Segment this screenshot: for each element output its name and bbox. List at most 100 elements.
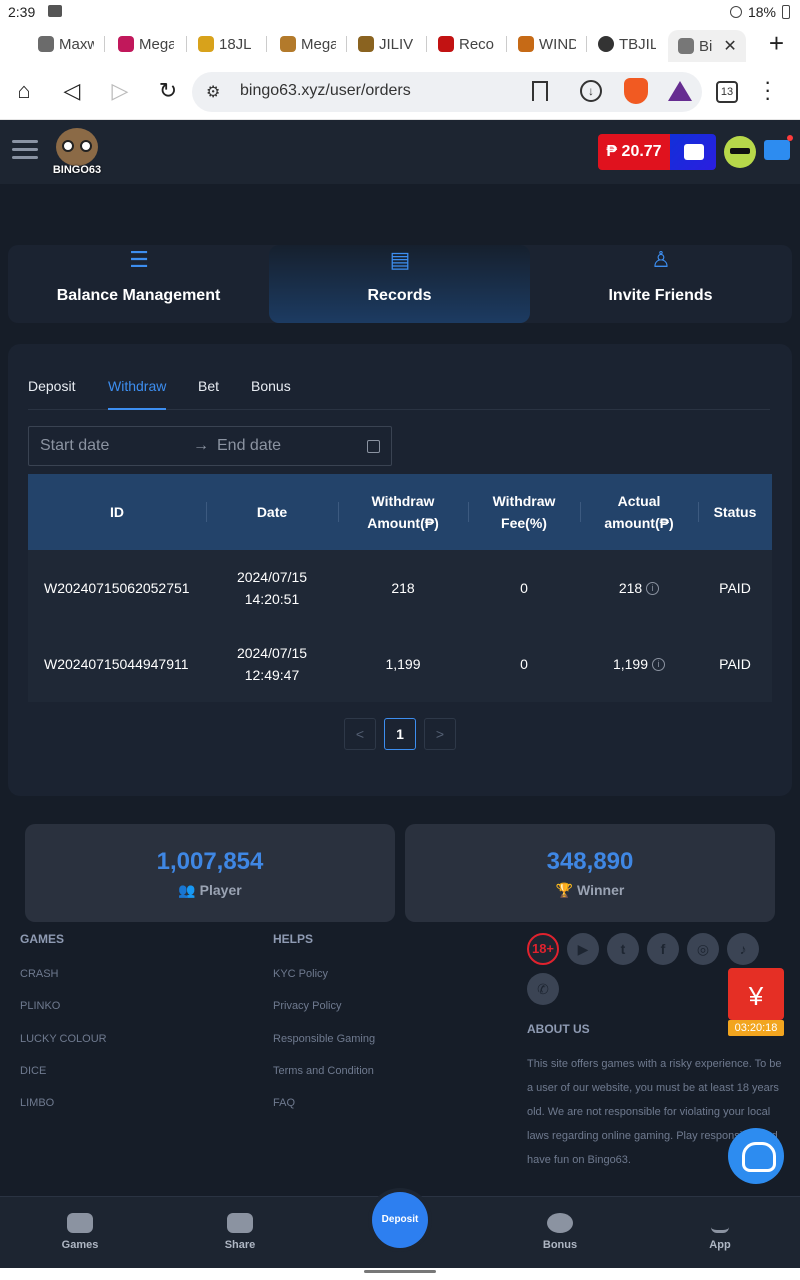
nav-app[interactable]: App bbox=[680, 1213, 760, 1251]
end-date-input[interactable]: End date bbox=[217, 437, 281, 455]
nav-share[interactable]: Share bbox=[200, 1213, 280, 1251]
helps-title: HELPS bbox=[273, 932, 314, 946]
new-tab-icon[interactable]: + bbox=[769, 28, 784, 59]
footer-link-faq[interactable]: FAQ bbox=[273, 1097, 295, 1109]
tab-label: Mega bbox=[139, 35, 174, 53]
footer-link-lucky-colour[interactable]: LUCKY COLOUR bbox=[20, 1033, 107, 1045]
cell-amount: 218 bbox=[391, 580, 415, 596]
forward-icon[interactable]: ▷ bbox=[108, 79, 132, 103]
prev-page-button[interactable]: < bbox=[344, 718, 376, 750]
brave-shields-icon[interactable] bbox=[624, 78, 648, 104]
browser-toolbar: ⌂ ◁ ▷ ↻ ⚙ bingo63.xyz/user/orders ↓ 13 ·… bbox=[0, 62, 800, 120]
tiktok-icon[interactable]: ♪ bbox=[727, 933, 759, 965]
tab-favicon-icon bbox=[38, 36, 54, 52]
tab-label: Mega bbox=[301, 35, 336, 53]
page-button-current[interactable]: 1 bbox=[384, 718, 416, 750]
whatsapp-icon[interactable]: ✆ bbox=[527, 973, 559, 1005]
browser-tab-active[interactable]: Bi ✕ bbox=[668, 30, 746, 62]
url-text[interactable]: bingo63.xyz/user/orders bbox=[240, 82, 411, 100]
brave-rewards-icon[interactable] bbox=[668, 81, 692, 101]
site-header: BINGO63 ₱ 20.77 bbox=[0, 120, 800, 184]
footer-link-plinko[interactable]: PLINKO bbox=[20, 1000, 60, 1012]
footer-link-kyc[interactable]: KYC Policy bbox=[273, 968, 328, 980]
tab-invite-friends[interactable]: ♙ Invite Friends bbox=[530, 245, 791, 323]
browser-tab[interactable]: 18JL bbox=[198, 30, 254, 58]
browser-tab[interactable]: Mega bbox=[118, 30, 174, 58]
balance-amount: ₱ 20.77 bbox=[598, 134, 670, 170]
table-row: W20240715044947911 2024/07/15 12:49:47 1… bbox=[28, 626, 772, 702]
home-indicator[interactable] bbox=[364, 1270, 436, 1273]
youtube-icon[interactable]: ▶ bbox=[567, 933, 599, 965]
date-range-picker[interactable]: Start date → End date bbox=[28, 426, 392, 466]
balance-widget[interactable]: ₱ 20.77 bbox=[598, 134, 716, 170]
column-header: Withdraw Amount(₱) bbox=[367, 493, 439, 531]
tab-count-button[interactable]: 13 bbox=[716, 81, 738, 103]
tab-favicon-icon bbox=[678, 38, 694, 54]
home-icon[interactable]: ⌂ bbox=[12, 79, 36, 103]
footer-link-terms[interactable]: Terms and Condition bbox=[273, 1065, 374, 1077]
tab-deposit[interactable]: Deposit bbox=[28, 378, 75, 394]
nav-bonus[interactable]: Bonus bbox=[520, 1213, 600, 1251]
more-menu-icon[interactable]: · · · bbox=[764, 71, 771, 109]
facebook-icon[interactable]: f bbox=[647, 933, 679, 965]
menu-icon[interactable] bbox=[12, 140, 38, 164]
tab-bonus[interactable]: Bonus bbox=[251, 378, 291, 394]
site-settings-icon[interactable]: ⚙ bbox=[206, 82, 220, 102]
browser-tab[interactable]: Maxw bbox=[38, 30, 94, 58]
browser-tab-strip: Maxw Mega 18JL Mega JILIV Reco WIND TBJI… bbox=[0, 24, 800, 62]
back-icon[interactable]: ◁ bbox=[60, 79, 84, 103]
list-icon: ☰ bbox=[129, 247, 149, 272]
account-section-tabs: ☰ Balance Management ▤ Records ♙ Invite … bbox=[8, 245, 792, 323]
cell-id: W20240715044947911 bbox=[44, 656, 189, 672]
twitter-icon[interactable]: t bbox=[607, 933, 639, 965]
cell-fee: 0 bbox=[520, 656, 528, 672]
browser-tab[interactable]: JILIV bbox=[358, 30, 414, 58]
browser-tab[interactable]: Mega bbox=[280, 30, 336, 58]
nav-games[interactable]: Games bbox=[40, 1213, 120, 1251]
winner-count-card: 348,890 🏆 Winner bbox=[405, 824, 775, 922]
footer-link-limbo[interactable]: LIMBO bbox=[20, 1097, 54, 1109]
instagram-icon[interactable]: ◎ bbox=[687, 933, 719, 965]
wallet-icon[interactable] bbox=[670, 134, 716, 170]
cell-actual: 1,199 i bbox=[580, 626, 698, 702]
mail-icon[interactable] bbox=[764, 135, 793, 160]
reload-icon[interactable]: ↻ bbox=[156, 79, 180, 103]
tab-balance-management[interactable]: ☰ Balance Management bbox=[8, 245, 269, 323]
avatar[interactable] bbox=[724, 136, 756, 168]
notification-dot bbox=[787, 135, 793, 141]
browser-tab[interactable]: WIND bbox=[518, 30, 576, 58]
browser-tab[interactable]: TBJIL bbox=[598, 30, 656, 58]
cell-date: 2024/07/15 12:49:47 bbox=[236, 645, 308, 683]
customer-support-icon[interactable] bbox=[728, 1128, 784, 1184]
browser-tab[interactable]: Reco bbox=[438, 30, 494, 58]
tab-records[interactable]: ▤ Records bbox=[269, 245, 530, 323]
tab-bet[interactable]: Bet bbox=[198, 378, 219, 394]
bookmark-icon[interactable] bbox=[532, 81, 548, 101]
start-date-input[interactable]: Start date bbox=[40, 437, 109, 455]
tab-withdraw[interactable]: Withdraw bbox=[108, 378, 167, 410]
deposit-button[interactable]: Deposit bbox=[372, 1192, 428, 1248]
footer-link-responsible-gaming[interactable]: Responsible Gaming bbox=[273, 1033, 375, 1045]
tab-favicon-icon bbox=[358, 36, 374, 52]
address-bar[interactable]: ⚙ bingo63.xyz/user/orders ↓ bbox=[192, 72, 702, 112]
info-icon[interactable]: i bbox=[652, 657, 666, 671]
download-icon[interactable]: ↓ bbox=[580, 80, 602, 102]
tab-label: 18JL bbox=[219, 35, 252, 53]
nav-label: Share bbox=[224, 1239, 256, 1251]
add-user-icon: ♙ bbox=[651, 247, 671, 272]
tab-label: Bi bbox=[699, 37, 713, 55]
footer-link-crash[interactable]: CRASH bbox=[20, 968, 59, 980]
info-icon[interactable]: i bbox=[646, 581, 660, 595]
calendar-icon[interactable] bbox=[367, 440, 380, 453]
site-logo[interactable]: BINGO63 bbox=[50, 126, 104, 180]
gift-icon bbox=[547, 1213, 573, 1233]
red-packet-button[interactable]: ¥ bbox=[728, 968, 784, 1020]
column-header: Withdraw Fee(%) bbox=[492, 493, 556, 531]
tab-label: Balance Management bbox=[56, 287, 221, 304]
cell-amount: 1,199 bbox=[385, 656, 421, 672]
close-tab-icon[interactable]: ✕ bbox=[723, 36, 736, 56]
age-18-icon: 18+ bbox=[527, 933, 559, 965]
footer-link-privacy[interactable]: Privacy Policy bbox=[273, 1000, 341, 1012]
next-page-button[interactable]: > bbox=[424, 718, 456, 750]
footer-link-dice[interactable]: DICE bbox=[20, 1065, 46, 1077]
